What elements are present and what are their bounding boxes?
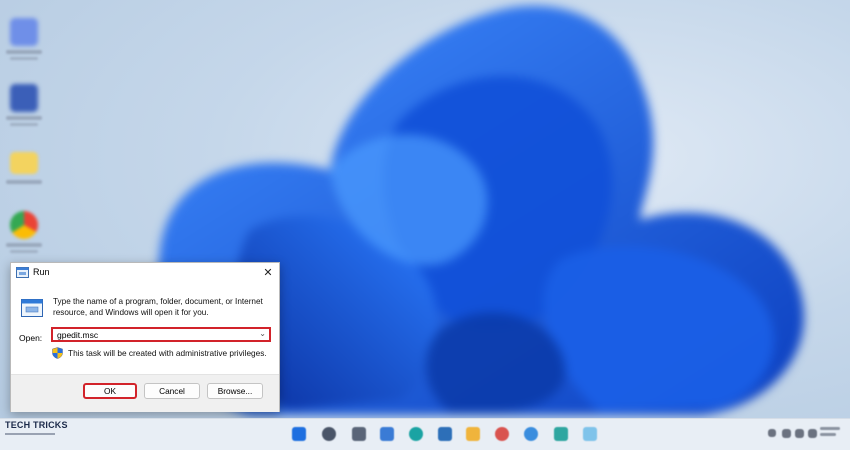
chevron-down-icon[interactable]: ⌄ [259,329,266,338]
run-icon [16,267,29,278]
cancel-button[interactable]: Cancel [144,383,200,399]
edge-icon[interactable] [409,427,423,441]
chevron-up-icon[interactable] [768,429,776,437]
facebook-icon [10,84,38,112]
desktop-icon-app[interactable] [4,12,44,68]
run-icon [21,299,43,317]
admin-privileges-note: This task will be created with administr… [68,348,267,358]
open-label: Open: [19,333,43,343]
desktop-icon-facebook[interactable] [4,78,44,134]
run-dialog: Run ✕ Type the name of a program, folder… [10,262,280,412]
desktop-icon-folder[interactable] [4,142,44,198]
folder-icon [10,152,38,174]
logo-text: TECH TRICKS [5,420,68,430]
volume-icon[interactable] [795,429,804,438]
file-explorer-icon[interactable] [466,427,480,441]
tech-tricks-logo: TECH TRICKS [3,417,68,449]
close-button[interactable]: ✕ [259,264,277,282]
search-icon[interactable] [322,427,336,441]
app-icon[interactable] [554,427,568,441]
taskbar [0,418,850,450]
app-shortcut-icon [10,18,38,46]
desktop: Run ✕ Type the name of a program, folder… [0,0,850,450]
dialog-title: Run [33,267,50,277]
network-icon[interactable] [782,429,791,438]
start-icon[interactable] [292,427,306,441]
widgets-icon[interactable] [380,427,394,441]
store-icon[interactable] [438,427,452,441]
ok-button[interactable]: OK [83,383,137,399]
mail-icon[interactable] [495,427,509,441]
open-combobox[interactable]: gpedit.msc ⌄ [51,327,271,342]
dialog-titlebar[interactable]: Run ✕ [11,263,279,283]
task-view-icon[interactable] [352,427,366,441]
uac-shield-icon [52,347,63,359]
chrome-icon[interactable] [524,427,538,441]
open-input-value[interactable]: gpedit.msc [57,330,98,340]
clock[interactable] [820,427,840,441]
battery-icon[interactable] [808,429,817,438]
settings-icon[interactable] [583,427,597,441]
browse-button[interactable]: Browse... [207,383,263,399]
desktop-icon-chrome[interactable] [4,205,44,261]
dialog-description: Type the name of a program, folder, docu… [53,297,263,317]
dialog-footer: OK Cancel Browse... [11,374,279,412]
google-chrome-icon [10,211,38,239]
